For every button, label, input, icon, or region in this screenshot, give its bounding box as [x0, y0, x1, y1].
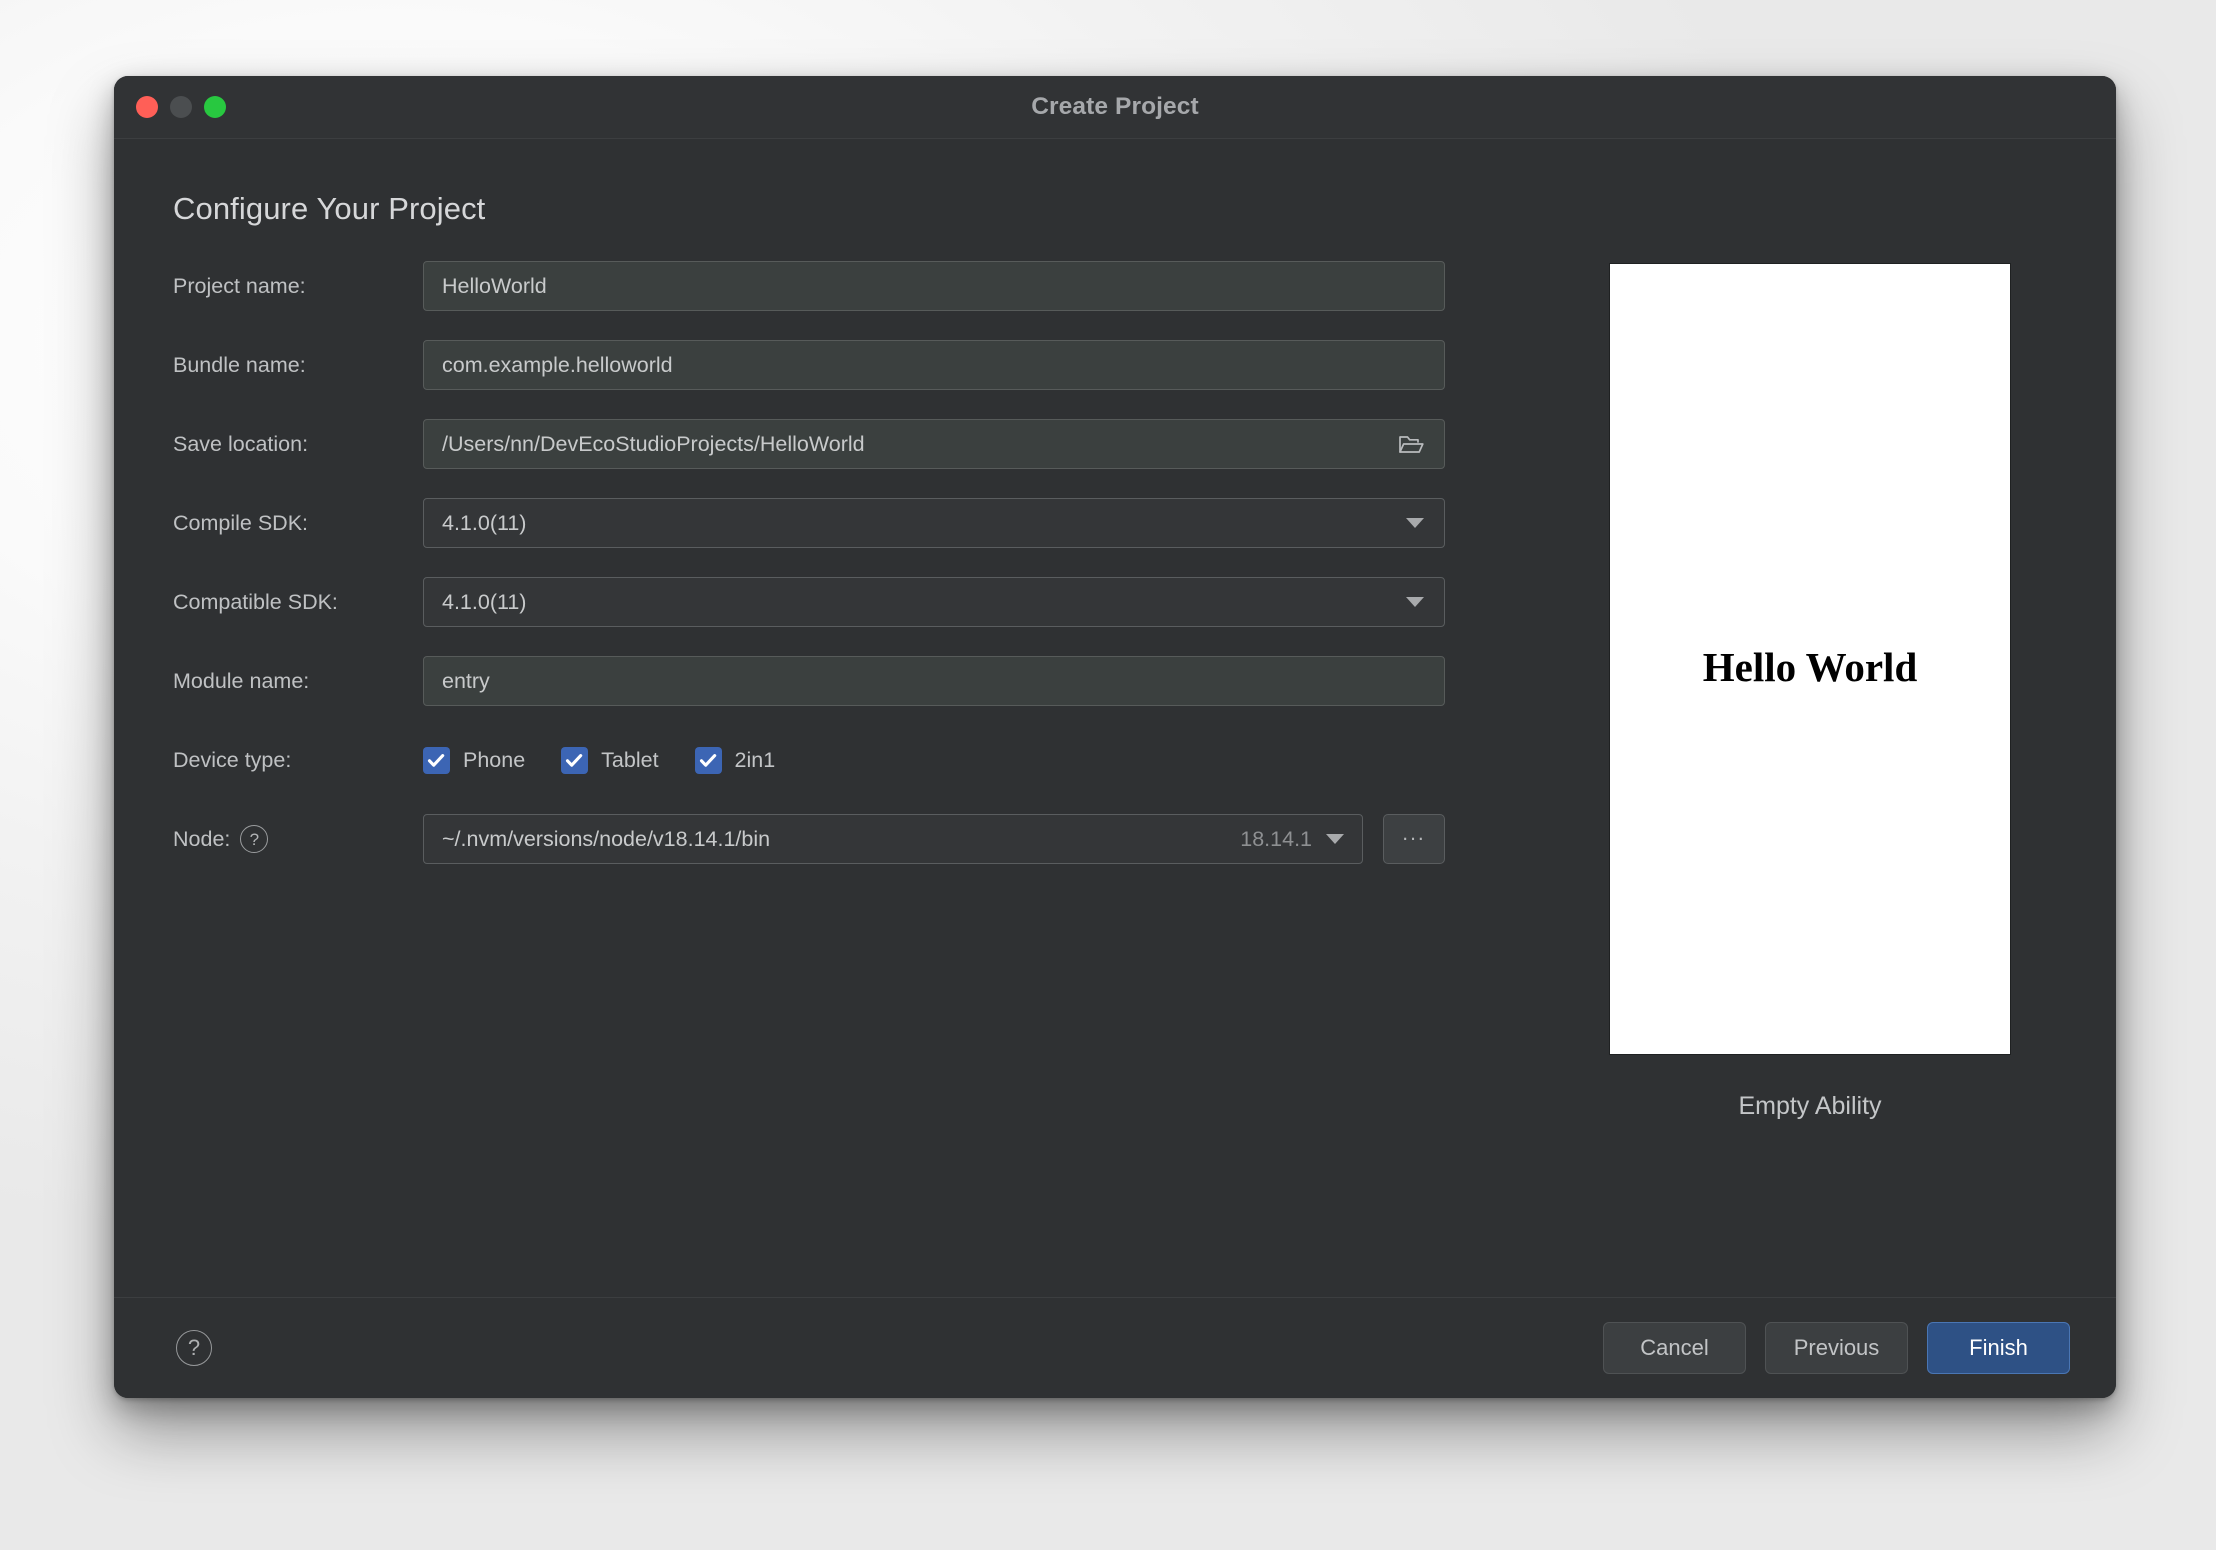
device-type-2in1-label: 2in1 — [734, 747, 776, 772]
project-name-value: HelloWorld — [442, 273, 547, 298]
compile-sdk-label: Compile SDK: — [173, 510, 309, 535]
window-title: Create Project — [1031, 93, 1199, 120]
device-type-tablet-label: Tablet — [601, 747, 659, 772]
node-label: Node: ? — [173, 825, 423, 853]
module-name-label: Module name: — [173, 668, 310, 693]
close-button[interactable] — [136, 96, 158, 118]
module-name-value: entry — [442, 668, 490, 693]
device-type-2in1[interactable]: 2in1 — [694, 746, 776, 774]
page-title: Configure Your Project — [173, 191, 486, 226]
desktop-background: Create Project Configure Your Project Pr… — [0, 0, 2216, 1550]
checkbox-checked-icon[interactable] — [423, 746, 450, 774]
device-type-phone-label: Phone — [463, 747, 526, 772]
device-type-label: Device type: — [173, 747, 292, 772]
checkbox-checked-icon[interactable] — [694, 746, 722, 774]
node-label-text: Node: — [173, 826, 231, 851]
preview-caption: Empty Ability — [1738, 1092, 1882, 1120]
project-name-input[interactable]: HelloWorld — [423, 261, 1445, 311]
save-location-input[interactable]: /Users/nn/DevEcoStudioProjects/HelloWorl… — [423, 419, 1445, 469]
dialog-body: Configure Your Project Project name: Hel… — [114, 139, 2116, 1297]
node-version-select[interactable]: 18.14.1 — [1240, 827, 1346, 852]
cancel-button[interactable]: Cancel — [1603, 1322, 1746, 1374]
project-preview: Hello World Empty Ability — [1610, 264, 2010, 1121]
save-location-label: Save location: — [173, 431, 309, 456]
compile-sdk-value: 4.1.0(11) — [442, 510, 527, 535]
minimize-button[interactable] — [170, 96, 192, 118]
help-circle-icon[interactable]: ? — [176, 1330, 212, 1366]
create-project-dialog: Create Project Configure Your Project Pr… — [114, 76, 2116, 1398]
bundle-name-value: com.example.helloworld — [442, 352, 673, 377]
compatible-sdk-label: Compatible SDK: — [173, 589, 338, 614]
node-browse-button[interactable]: ... — [1383, 814, 1445, 864]
zoom-button[interactable] — [204, 96, 226, 118]
preview-hello-world-text: Hello World — [1702, 644, 1918, 690]
device-type-options: Phone Tablet 2in1 — [423, 746, 776, 774]
form-row-compatible-sdk: Compatible SDK: 4.1.0(11) — [173, 573, 1523, 631]
project-form: Project name: HelloWorld Bundle name: co… — [173, 257, 1523, 889]
node-version-value: 18.14.1 — [1240, 826, 1312, 851]
chevron-down-icon[interactable] — [1406, 518, 1424, 528]
chevron-down-icon[interactable] — [1326, 834, 1344, 844]
compatible-sdk-value: 4.1.0(11) — [442, 589, 527, 614]
form-row-bundle-name: Bundle name: com.example.helloworld — [173, 336, 1523, 394]
chevron-down-icon[interactable] — [1406, 597, 1424, 607]
node-path-input[interactable]: ~/.nvm/versions/node/v18.14.1/bin 18.14.… — [423, 814, 1363, 864]
dialog-footer: ? Cancel Previous Finish — [114, 1297, 2116, 1398]
footer-actions: Cancel Previous Finish — [1603, 1322, 2070, 1374]
project-name-label: Project name: — [173, 273, 306, 298]
form-row-compile-sdk: Compile SDK: 4.1.0(11) — [173, 494, 1523, 552]
node-path-value: ~/.nvm/versions/node/v18.14.1/bin — [442, 826, 771, 851]
bundle-name-input[interactable]: com.example.helloworld — [423, 340, 1445, 390]
previous-button[interactable]: Previous — [1765, 1322, 1908, 1374]
dialog-titlebar: Create Project — [114, 76, 2116, 139]
module-name-input[interactable]: entry — [423, 656, 1445, 706]
bundle-name-label: Bundle name: — [173, 352, 306, 377]
node-field-group: ~/.nvm/versions/node/v18.14.1/bin 18.14.… — [423, 814, 1445, 864]
form-row-node: Node: ? ~/.nvm/versions/node/v18.14.1/bi… — [173, 810, 1523, 868]
help-circle-icon[interactable]: ? — [240, 825, 269, 853]
checkbox-checked-icon[interactable] — [561, 746, 589, 774]
form-row-save-location: Save location: /Users/nn/DevEcoStudioPro… — [173, 415, 1523, 473]
device-type-tablet[interactable]: Tablet — [561, 746, 659, 774]
form-row-project-name: Project name: HelloWorld — [173, 257, 1523, 315]
folder-open-icon[interactable] — [1396, 429, 1426, 459]
window-controls — [136, 76, 226, 138]
preview-device-canvas: Hello World — [1610, 264, 2010, 1054]
device-type-phone[interactable]: Phone — [423, 746, 526, 774]
form-row-device-type: Device type: Phone Tablet 2in1 — [173, 731, 1523, 789]
compatible-sdk-select[interactable]: 4.1.0(11) — [423, 577, 1445, 627]
save-location-value: /Users/nn/DevEcoStudioProjects/HelloWorl… — [442, 431, 865, 456]
finish-button[interactable]: Finish — [1927, 1322, 2070, 1374]
compile-sdk-select[interactable]: 4.1.0(11) — [423, 498, 1445, 548]
form-row-module-name: Module name: entry — [173, 652, 1523, 710]
